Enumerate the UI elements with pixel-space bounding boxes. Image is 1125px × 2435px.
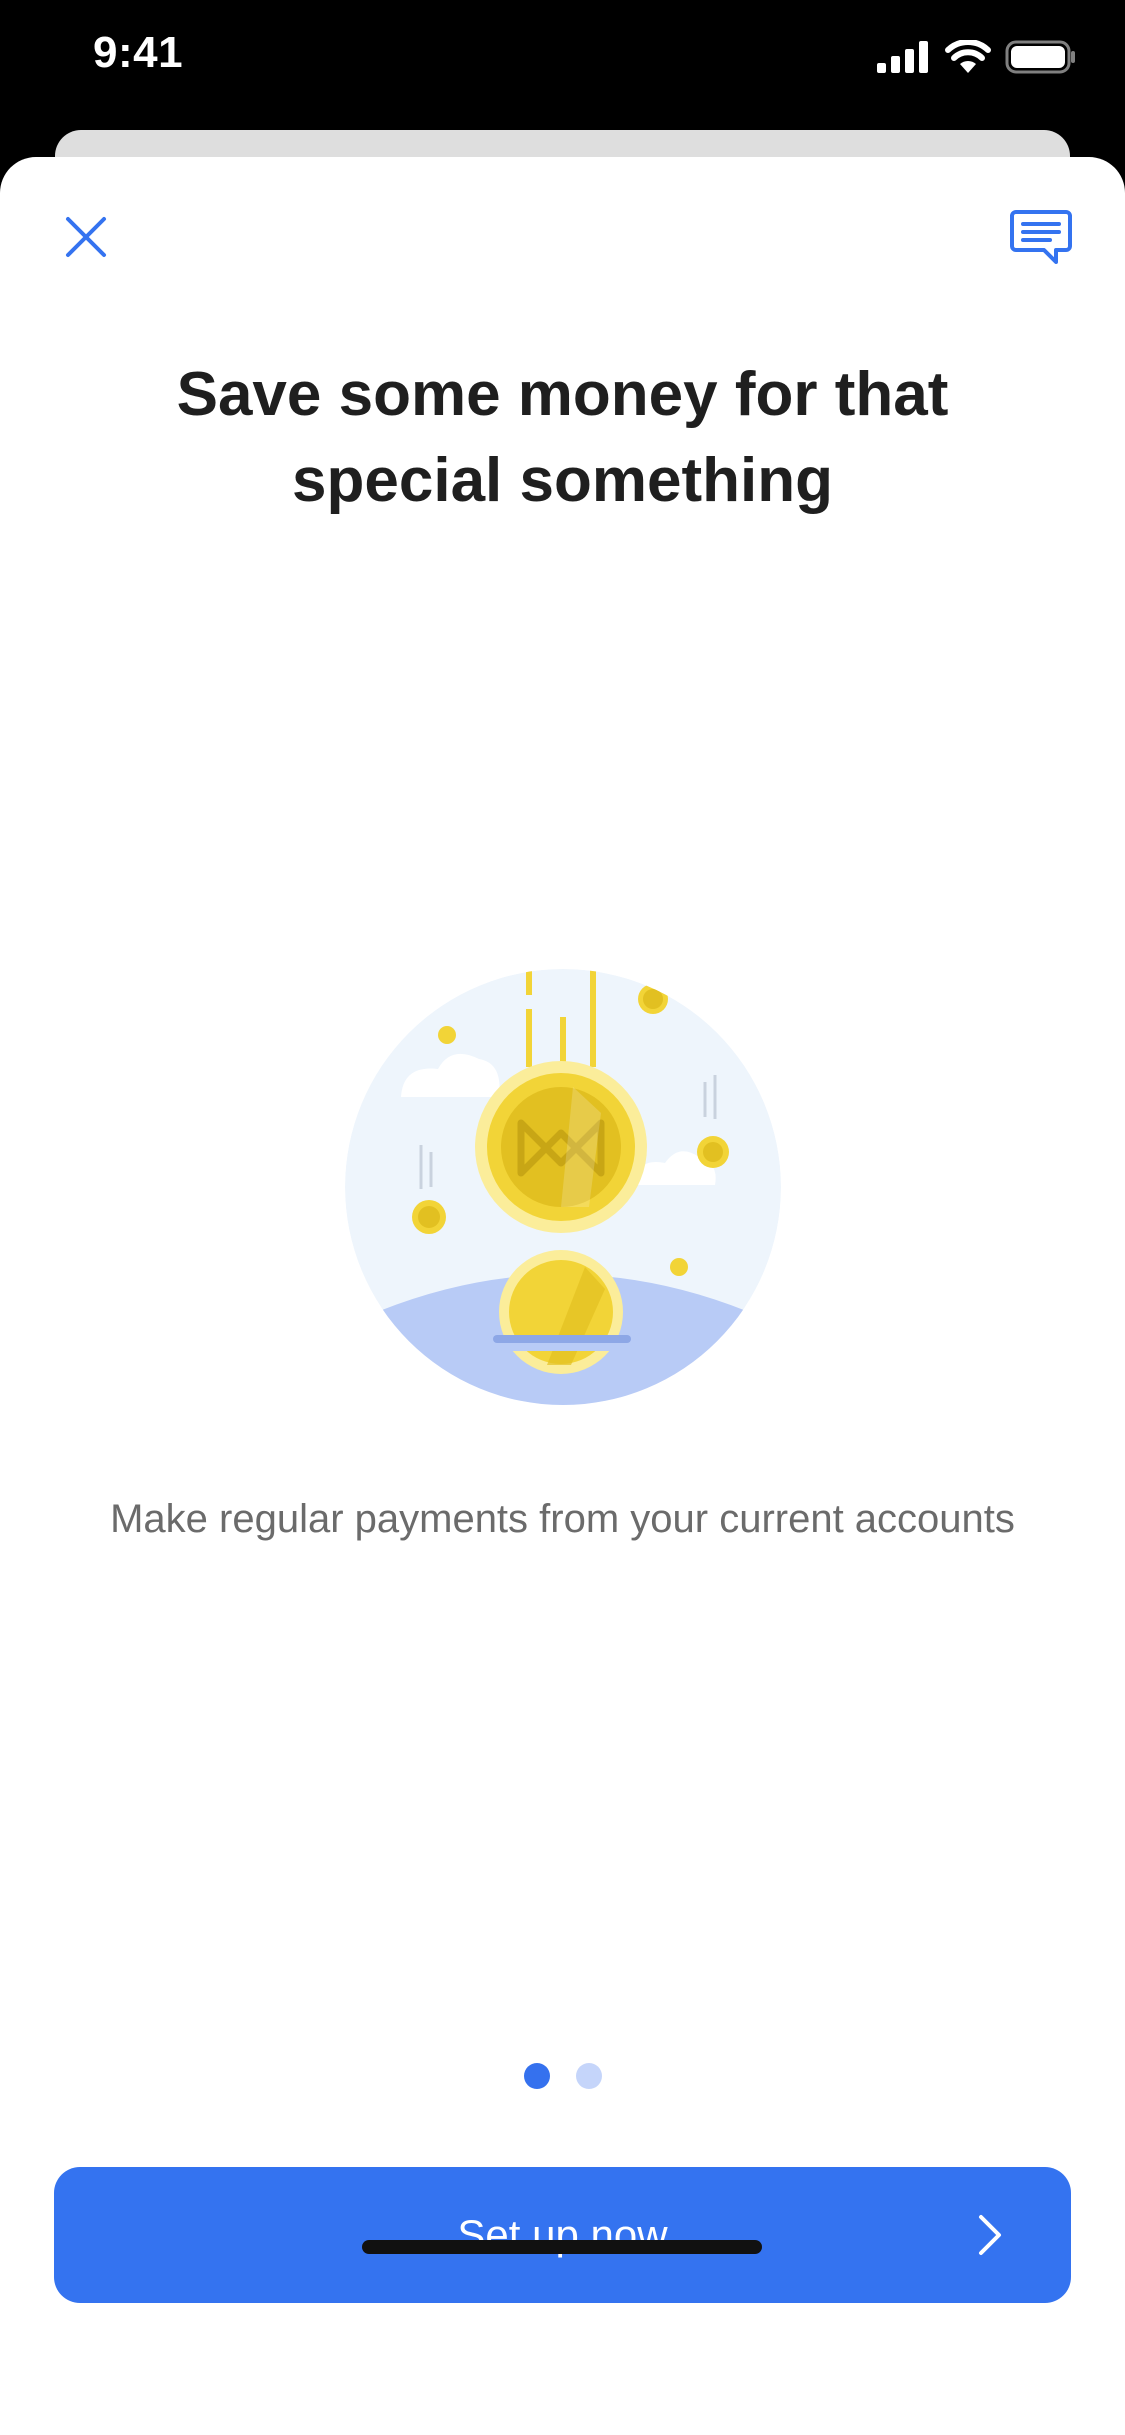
set-up-now-button[interactable]: Set up now	[54, 2167, 1071, 2303]
savings-coins-illustration	[345, 969, 781, 1405]
close-button[interactable]	[56, 207, 116, 267]
status-icons	[877, 40, 1077, 74]
cellular-signal-icon	[877, 41, 928, 73]
close-icon	[66, 217, 106, 257]
wifi-icon	[945, 40, 991, 73]
page-subtitle: Make regular payments from your current …	[110, 1497, 1015, 1541]
chat-button[interactable]	[1005, 203, 1077, 271]
battery-icon	[1005, 40, 1075, 74]
chat-icon	[1010, 210, 1072, 264]
page-indicator	[0, 2063, 1125, 2089]
status-bar: 9:41	[0, 0, 1125, 130]
chevron-right-icon	[979, 2215, 1001, 2255]
page-dot-active[interactable]	[523, 2063, 550, 2089]
modal-sheet: Save some money for that special somethi…	[0, 157, 1125, 2435]
page-dot[interactable]	[575, 2063, 602, 2089]
status-time: 9:41	[93, 28, 184, 77]
page-title: Save some money for that special somethi…	[176, 360, 949, 515]
home-indicator[interactable]	[362, 2240, 762, 2254]
